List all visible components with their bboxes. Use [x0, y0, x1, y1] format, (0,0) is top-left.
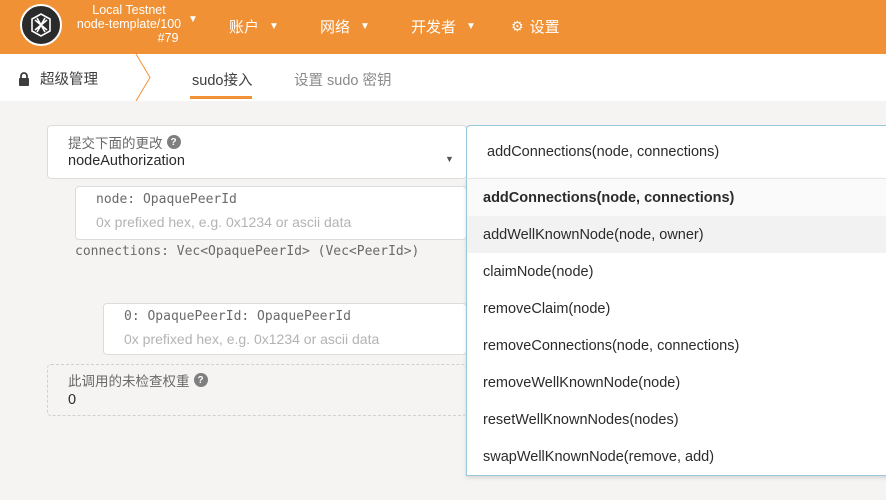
weight-field: 此调用的未检查权重 ? 0 — [47, 364, 467, 416]
dropdown-caret-icon[interactable]: ▼ — [445, 154, 454, 164]
method-dropdown-menu: addConnections(node, connections) addWel… — [466, 178, 886, 476]
connection-item-0-label: 0: OpaquePeerId: OpaquePeerId — [124, 309, 351, 324]
nav-settings-label: 设置 — [529, 19, 560, 36]
breadcrumb-separator — [135, 54, 151, 101]
nav-accounts-label: 账户 — [229, 19, 260, 36]
nav-network-label: 网络 — [320, 19, 351, 36]
cogs-icon: ⚙ — [511, 18, 524, 34]
nav-developer-label: 开发者 — [411, 19, 457, 36]
top-navbar: Local Testnet node-template/100 #79 ▼ 账户… — [0, 0, 886, 54]
lock-icon — [19, 71, 29, 86]
node-name: node-template/100 — [76, 17, 182, 31]
nav-settings[interactable]: ⚙ 设置 — [511, 16, 560, 37]
chevron-down-icon: ▼ — [466, 21, 476, 32]
node-label: node: OpaquePeerId — [96, 192, 237, 207]
chevron-down-icon: ▼ — [360, 21, 370, 32]
pallet-label: 提交下面的更改 ? — [68, 132, 181, 152]
active-tab-indicator — [190, 96, 252, 99]
chain-selector[interactable]: Local Testnet node-template/100 #79 — [66, 3, 192, 45]
method-option[interactable]: addConnections(node, connections) — [467, 179, 886, 216]
method-option[interactable]: addWellKnownNode(node, owner) — [467, 216, 886, 253]
method-option[interactable]: claimNode(node) — [467, 253, 886, 290]
weight-value: 0 — [68, 392, 77, 408]
connections-label: connections: Vec<OpaquePeerId> (Vec<Peer… — [75, 244, 420, 259]
nav-developer[interactable]: 开发者 ▼ — [411, 16, 476, 37]
chevron-down-icon: ▼ — [269, 21, 279, 32]
chain-name: Local Testnet — [92, 3, 166, 17]
node-field[interactable]: node: OpaquePeerId 0x prefixed hex, e.g.… — [75, 186, 467, 240]
method-option[interactable]: swapWellKnownNode(remove, add) — [467, 438, 886, 475]
pallet-value: nodeAuthorization — [68, 153, 185, 169]
node-input[interactable]: 0x prefixed hex, e.g. 0x1234 or ascii da… — [96, 214, 351, 230]
chain-dropdown-icon[interactable]: ▼ — [188, 14, 198, 25]
pallet-select[interactable]: 提交下面的更改 ? nodeAuthorization ▼ — [47, 125, 467, 179]
method-option[interactable]: removeWellKnownNode(node) — [467, 364, 886, 401]
help-icon[interactable]: ? — [193, 373, 208, 387]
weight-label-text: 此调用的未检查权重 — [68, 374, 190, 389]
connection-item-0-input[interactable]: 0x prefixed hex, e.g. 0x1234 or ascii da… — [124, 331, 379, 347]
weight-label: 此调用的未检查权重 ? — [68, 370, 208, 390]
tab-sudo-access[interactable]: sudo接入 — [192, 69, 252, 90]
method-select[interactable]: addConnections(node, connections) — [466, 125, 886, 178]
method-option[interactable]: removeClaim(node) — [467, 290, 886, 327]
tab-set-sudo-key[interactable]: 设置 sudo 密钥 — [294, 69, 392, 90]
connection-item-0-field[interactable]: 0: OpaquePeerId: OpaquePeerId 0x prefixe… — [103, 303, 467, 355]
method-current: addConnections(node, connections) — [487, 144, 720, 160]
block-number: #79 — [157, 31, 179, 45]
nav-network[interactable]: 网络 ▼ — [320, 16, 370, 37]
section-title-label: 超级管理 — [40, 72, 98, 88]
app-logo-icon[interactable] — [20, 4, 62, 46]
nav-accounts[interactable]: 账户 ▼ — [229, 16, 279, 37]
section-title: 超级管理 — [18, 68, 98, 89]
method-option[interactable]: removeConnections(node, connections) — [467, 327, 886, 364]
method-option[interactable]: resetWellKnownNodes(nodes) — [467, 401, 886, 438]
help-icon[interactable]: ? — [166, 135, 181, 149]
tab-bar: 超级管理 sudo接入 设置 sudo 密钥 — [0, 54, 886, 101]
pallet-label-text: 提交下面的更改 — [68, 136, 163, 151]
